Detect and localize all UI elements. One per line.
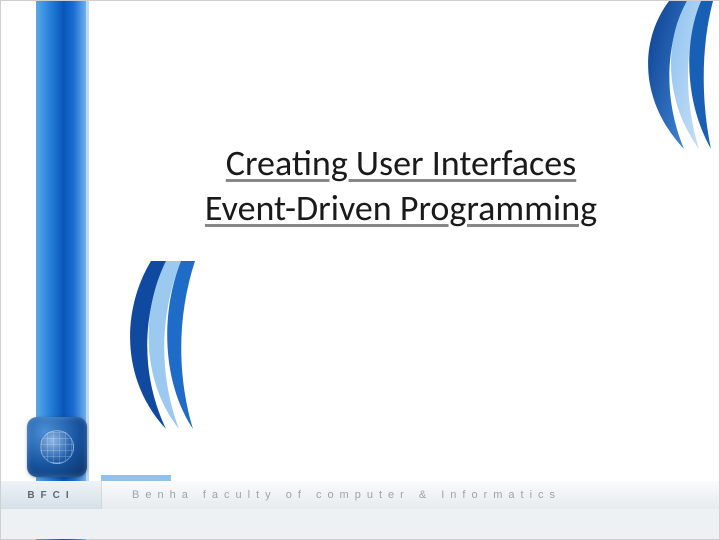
title-line-2: Event-Driven Programming (121, 186, 681, 231)
footer-abbr: BFCI (1, 481, 101, 509)
slide: Creating User Interfaces Event-Driven Pr… (0, 0, 720, 540)
title-line-1: Creating User Interfaces (121, 141, 681, 186)
swoosh-top-icon (609, 1, 719, 151)
globe-icon (40, 430, 74, 464)
logo-badge-icon (27, 417, 87, 477)
ground (1, 509, 719, 539)
slide-title: Creating User Interfaces Event-Driven Pr… (121, 141, 681, 231)
swoosh-mid-icon (111, 261, 201, 431)
footer-strip: Benha faculty of computer & Informatics (101, 481, 719, 509)
footer-text: Benha faculty of computer & Informatics (132, 489, 561, 501)
